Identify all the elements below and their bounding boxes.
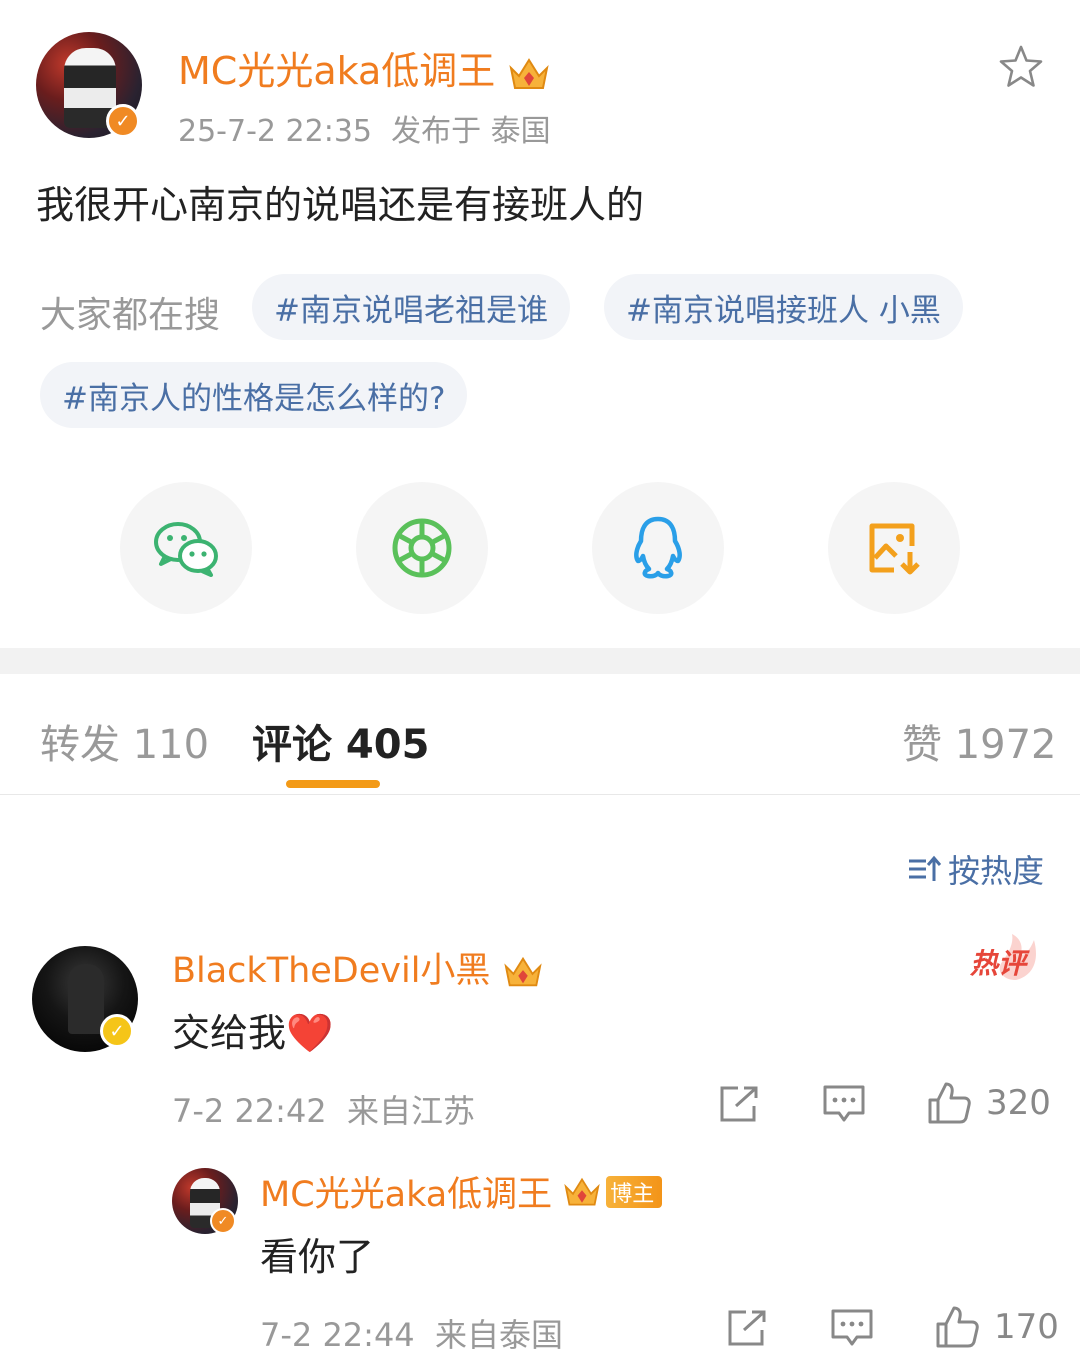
tab-likes[interactable]: 赞 1972 — [902, 712, 1057, 770]
verified-badge-icon: ✓ — [106, 104, 140, 138]
post-text: 我很开心南京的说唱还是有接班人的 — [36, 183, 645, 227]
search-tag[interactable]: #南京说唱老祖是谁 — [252, 274, 570, 340]
share-qq-button[interactable] — [592, 482, 724, 614]
comment-location: 来自江苏 — [347, 1092, 476, 1130]
thumbs-up-icon — [928, 1082, 971, 1124]
post-meta: 25-7-2 22:35 发布于 泰国 — [178, 106, 551, 150]
comment-time: 7-2 22:42 — [172, 1092, 327, 1130]
tab-repost[interactable]: 转发 110 — [40, 712, 209, 770]
crown-icon — [509, 57, 549, 89]
reply-like-count: 170 — [994, 1307, 1059, 1347]
commenter-name-text: BlackTheDevil小黑 — [172, 951, 491, 991]
reply-author-text: MC光光aka低调王 — [260, 1175, 553, 1215]
blogger-badge: 博主 — [606, 1175, 663, 1208]
post-timestamp: 25-7-2 22:35 — [178, 114, 372, 149]
reply-like-button[interactable]: 170 — [934, 1304, 1059, 1350]
search-label: 大家都在搜 — [40, 295, 221, 336]
sort-icon — [909, 855, 942, 881]
author-name-text: MC光光aka低调王 — [178, 49, 496, 93]
search-tag[interactable]: #南京说唱接班人 小黑 — [604, 274, 963, 340]
crown-icon — [564, 1177, 600, 1205]
heart-emoji: ❤️ — [286, 1011, 334, 1055]
search-tag[interactable]: #南京人的性格是怎么样的? — [40, 362, 468, 428]
reply-time: 7-2 22:44 — [260, 1316, 415, 1354]
comment-text-content: 交给我 — [172, 1011, 287, 1055]
reply-author[interactable]: MC光光aka低调王 博主 — [260, 1166, 663, 1217]
verified-badge-icon: ✓ — [210, 1208, 236, 1234]
share-wechat-button[interactable] — [120, 482, 252, 614]
comment-icon[interactable] — [822, 1084, 866, 1124]
hot-label: 热评 — [970, 947, 1027, 980]
share-moments-button[interactable] — [356, 482, 488, 614]
thumbs-up-icon — [936, 1306, 979, 1348]
commenter-name[interactable]: BlackTheDevil小黑 — [172, 942, 544, 993]
section-divider — [0, 648, 1080, 674]
save-image-button[interactable] — [828, 482, 960, 614]
active-tab-indicator — [286, 780, 380, 788]
reply-location: 来自泰国 — [435, 1316, 564, 1354]
sort-label: 按热度 — [948, 852, 1045, 890]
save-image-icon — [869, 523, 920, 575]
wechat-icon — [154, 522, 218, 577]
crown-icon — [503, 956, 542, 987]
share-icon[interactable] — [726, 1308, 768, 1348]
tab-comments[interactable]: 评论 405 — [252, 712, 429, 770]
qq-icon — [634, 516, 682, 579]
like-button[interactable]: 320 — [926, 1080, 1051, 1126]
comment-meta: 7-2 22:42 来自江苏 — [172, 1086, 475, 1132]
hot-comment-badge: 热评 — [966, 932, 1042, 984]
reply-meta: 7-2 22:44 来自泰国 — [260, 1310, 563, 1356]
verified-badge-icon: ✓ — [100, 1014, 134, 1048]
moments-icon — [392, 518, 452, 578]
comment-icon[interactable] — [830, 1308, 874, 1348]
like-count: 320 — [986, 1083, 1051, 1123]
share-icon[interactable] — [718, 1084, 760, 1124]
star-icon[interactable] — [996, 42, 1046, 92]
sort-button[interactable]: 按热度 — [906, 846, 1044, 892]
comment-text: 交给我❤️ — [172, 1002, 333, 1057]
author-name[interactable]: MC光光aka低调王 — [178, 40, 551, 95]
post-location: 发布于 泰国 — [391, 114, 551, 149]
reply-text: 看你了 — [260, 1235, 375, 1279]
tabs-divider — [0, 794, 1080, 795]
